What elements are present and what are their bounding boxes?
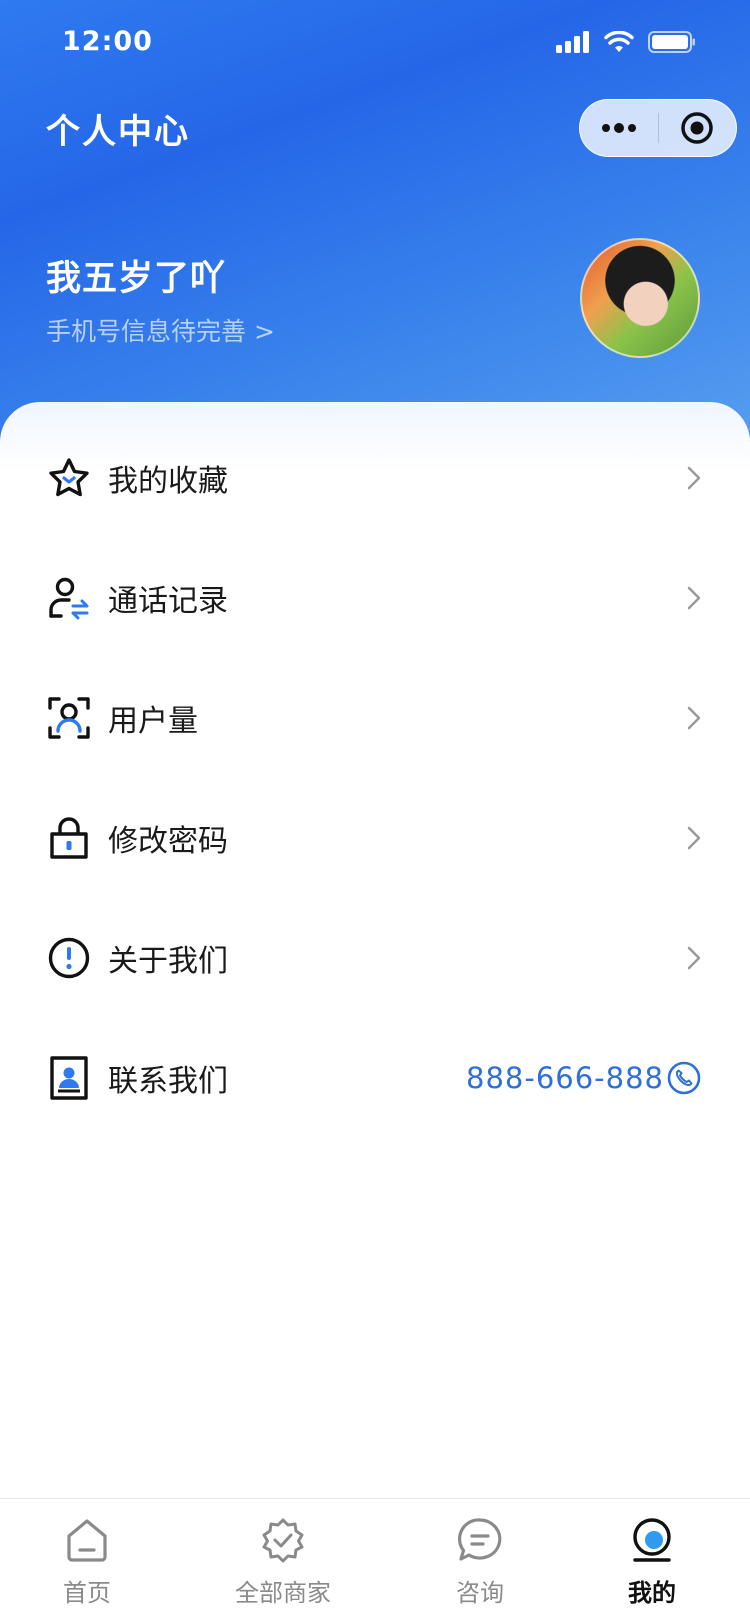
- tab-mine[interactable]: 我的: [572, 1499, 732, 1620]
- tab-label: 我的: [628, 1579, 676, 1607]
- tab-label: 首页: [63, 1579, 111, 1607]
- target-icon: [681, 112, 713, 144]
- signal-icon: [556, 31, 589, 53]
- menu-item-contact-us[interactable]: 联系我们 888-666-888: [0, 1018, 750, 1138]
- tab-label: 全部商家: [235, 1579, 331, 1607]
- menu-item-change-password[interactable]: 修改密码: [0, 778, 750, 898]
- tab-bar: 首页 全部商家 咨询 我的: [0, 1498, 750, 1620]
- status-bar: 12:00: [0, 0, 750, 90]
- verified-badge-icon: [262, 1518, 304, 1563]
- user-scan-icon: [46, 695, 92, 741]
- phone-call-icon[interactable]: [667, 1061, 701, 1095]
- more-dots-icon: [601, 123, 636, 133]
- contact-phone-number[interactable]: 888-666-888: [466, 1061, 664, 1095]
- tab-label: 咨询: [456, 1579, 504, 1607]
- menu-item-call-records[interactable]: 通话记录: [0, 538, 750, 658]
- phone-hint-link[interactable]: 手机号信息待完善 >: [46, 312, 275, 348]
- status-icons: [556, 30, 696, 54]
- user-transfer-icon: [46, 575, 92, 621]
- menu-item-label: 通话记录: [108, 584, 228, 619]
- lock-icon: [46, 815, 92, 861]
- menu-item-user-count[interactable]: 用户量: [0, 658, 750, 778]
- star-icon: [46, 455, 92, 501]
- menu-item-label: 我的收藏: [108, 464, 228, 499]
- contact-card-icon: [46, 1055, 92, 1101]
- profile-icon: [633, 1518, 671, 1562]
- mini-program-capsule: [579, 99, 737, 157]
- menu-item-label: 联系我们: [108, 1064, 228, 1099]
- avatar[interactable]: [580, 238, 700, 358]
- info-circle-icon: [46, 935, 92, 981]
- chevron-right-icon: [687, 826, 701, 850]
- chat-icon: [458, 1518, 502, 1561]
- wifi-icon: [604, 31, 634, 52]
- status-time: 12:00: [62, 26, 153, 57]
- chevron-right-icon: [687, 466, 701, 490]
- more-button[interactable]: [580, 123, 658, 133]
- chevron-right-icon: [687, 706, 701, 730]
- battery-icon: [648, 31, 695, 53]
- menu-item-about-us[interactable]: 关于我们: [0, 898, 750, 1018]
- page-title: 个人中心: [46, 112, 190, 152]
- menu-item-favorites[interactable]: 我的收藏: [0, 418, 750, 538]
- profile-name: 我五岁了吖: [46, 259, 227, 299]
- menu-item-label: 关于我们: [108, 944, 228, 979]
- chevron-right-icon: [687, 946, 701, 970]
- chevron-right-icon: [687, 586, 701, 610]
- home-icon: [67, 1519, 107, 1562]
- tab-consult[interactable]: 咨询: [400, 1499, 560, 1620]
- tab-all-merchants[interactable]: 全部商家: [203, 1499, 363, 1620]
- tab-home[interactable]: 首页: [7, 1499, 167, 1620]
- menu-item-label: 用户量: [108, 704, 198, 739]
- menu-item-label: 修改密码: [108, 824, 228, 859]
- close-program-button[interactable]: [659, 111, 737, 145]
